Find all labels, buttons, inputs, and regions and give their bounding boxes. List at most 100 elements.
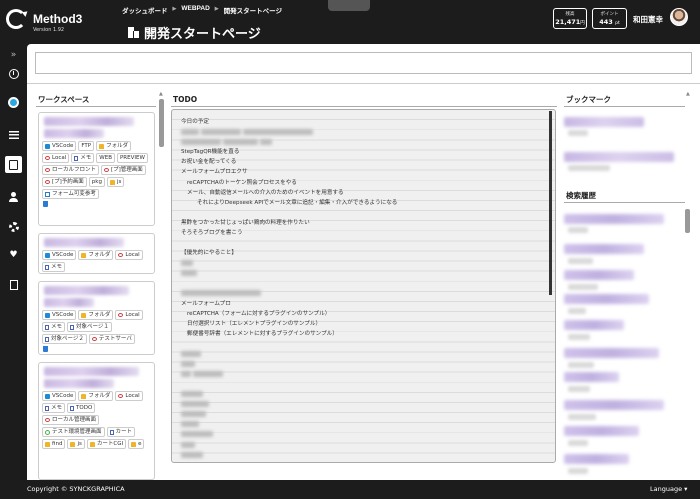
todo-scrollbar[interactable]	[549, 111, 552, 295]
folder-chip[interactable]: フォルダ	[78, 250, 114, 260]
memo-icon	[45, 405, 49, 411]
test-admin-chip[interactable]: テスト環境管理画面	[42, 427, 105, 437]
vscode-chip[interactable]: VSCode	[42, 391, 77, 401]
todo-line: お祝い金を配ってくる	[181, 159, 237, 166]
sidebar-item-dashboard[interactable]	[5, 94, 22, 111]
todo-chip[interactable]: TODO	[67, 403, 96, 413]
breadcrumb-dashboard[interactable]: ダッシュボード	[122, 5, 168, 15]
vscode-chip[interactable]: VSCode	[42, 141, 77, 151]
preview-chip[interactable]: PREVIEW	[116, 153, 148, 163]
scroll-up-icon[interactable]: ▲	[159, 91, 163, 97]
form-ref-chip[interactable]: フォーム可変参考	[42, 189, 99, 199]
page-title-wrap: 開発スタートページ	[128, 23, 261, 42]
sidebar-item-webpad[interactable]	[5, 156, 22, 173]
history-item[interactable]	[564, 454, 629, 464]
local-front-chip[interactable]: ローカルフロント	[42, 165, 100, 175]
points-label: ポイント	[600, 12, 619, 17]
todo-line	[181, 238, 397, 248]
find-chip[interactable]: find	[42, 439, 66, 449]
cart-chip[interactable]: カート	[106, 427, 136, 437]
workspace-scrollbar[interactable]	[159, 99, 164, 147]
admin-page-chip[interactable]: [プ]管理画面	[101, 165, 146, 175]
todo-line: メールフォームプロエクサ	[181, 169, 248, 176]
vscode-chip[interactable]: VSCode	[42, 250, 77, 260]
todo-line: 郵便番号辞書（エレメントに対するプラグインのサンプル）	[187, 330, 338, 337]
pkg-chip[interactable]: pkg	[88, 177, 105, 187]
folder-chip[interactable]: フォルダ	[96, 141, 132, 151]
sidebar-item-settings[interactable]	[5, 218, 22, 235]
local-admin-chip[interactable]: ローカル管理画面	[42, 415, 100, 425]
bookmark-heading: ブックマーク	[564, 94, 685, 107]
workspace-card[interactable]: VSCode FTP フォルダ Local メモ WEB PREVIEW ローカ…	[38, 112, 155, 226]
user-icon	[9, 191, 18, 202]
app-logo-icon[interactable]	[6, 9, 26, 29]
building-icon	[128, 27, 139, 38]
test-server-chip[interactable]: テストサーバ	[88, 334, 135, 344]
target-page-1-chip[interactable]: 対象ページ１	[67, 322, 112, 332]
cart-cgi-chip[interactable]: カートCGI	[86, 439, 127, 449]
history-item[interactable]	[564, 320, 624, 330]
balance-box[interactable]: 残高 21,471円	[553, 8, 587, 29]
scroll-up-icon[interactable]: ▲	[686, 91, 690, 97]
js-chip[interactable]: js	[106, 177, 125, 187]
e-chip[interactable]: e	[128, 439, 145, 449]
folder-icon	[131, 441, 137, 447]
memo-icon	[70, 405, 75, 411]
chevron-right-icon: ▶	[214, 6, 219, 12]
target-page-2-chip[interactable]: 対象ページ２	[42, 334, 87, 344]
history-item[interactable]	[564, 426, 639, 436]
local-chip[interactable]: Local	[42, 153, 70, 163]
bookmark-item[interactable]	[564, 152, 674, 162]
user-name[interactable]: 和田憲幸	[633, 14, 663, 25]
memo-icon	[109, 429, 114, 435]
history-item[interactable]	[564, 400, 664, 410]
history-item[interactable]	[564, 348, 659, 358]
sidebar-item-user[interactable]	[5, 188, 22, 205]
history-item[interactable]	[564, 294, 649, 304]
trash-icon[interactable]	[43, 201, 48, 207]
vscode-chip[interactable]: VSCode	[42, 310, 77, 320]
workspace-card[interactable]: VSCode フォルダ Local メモ	[38, 233, 155, 274]
local-chip[interactable]: Local	[115, 310, 143, 320]
avatar[interactable]	[670, 8, 688, 26]
todo-line: 黒酢をつかった甘じょっぱい鶏肉の料理を作りたい	[181, 219, 310, 226]
trash-icon[interactable]	[43, 346, 48, 352]
js-chip[interactable]: js	[67, 439, 85, 449]
collapse-button[interactable]: »	[5, 46, 22, 63]
web-chip[interactable]: WEB	[96, 153, 115, 163]
history-item[interactable]	[564, 244, 644, 254]
folder-chip[interactable]: フォルダ	[78, 310, 114, 320]
memo-icon	[45, 264, 49, 270]
points-box[interactable]: ポイント 443 pt	[592, 8, 627, 29]
todo-textarea[interactable]: 今日の予定 StepTagQR機能を直る お祝い金を配ってくる メールフォームプ…	[171, 109, 556, 463]
bookmark-item[interactable]	[564, 117, 644, 127]
right-scrollbar[interactable]	[685, 209, 690, 233]
memo-chip[interactable]: メモ	[71, 153, 95, 163]
sidebar-item-favorite[interactable]: ♥	[5, 246, 22, 263]
balance-label: 残高	[565, 12, 575, 17]
search-input[interactable]	[35, 52, 692, 74]
memo-chip[interactable]: メモ	[42, 262, 66, 272]
memo-icon	[70, 324, 75, 330]
sidebar-item-list[interactable]	[5, 126, 22, 143]
history-item[interactable]	[564, 214, 664, 224]
top-pull-tab[interactable]	[328, 0, 370, 11]
history-item[interactable]	[564, 372, 619, 382]
breadcrumb-webpad[interactable]: WEBPAD	[181, 5, 209, 15]
history-item-sub	[568, 386, 590, 392]
sidebar-item-manual[interactable]	[5, 276, 22, 293]
language-select[interactable]: Language ▾	[650, 485, 687, 493]
ftp-chip[interactable]: FTP	[78, 141, 95, 151]
memo-chip[interactable]: メモ	[42, 322, 66, 332]
reserve-page-chip[interactable]: [プ]予約画面	[42, 177, 87, 187]
history-item[interactable]	[564, 270, 634, 280]
local-chip[interactable]: Local	[115, 250, 143, 260]
local-chip[interactable]: Local	[115, 391, 143, 401]
todo-line-redacted	[181, 400, 397, 410]
sidebar-item-history[interactable]	[5, 65, 22, 82]
memo-chip[interactable]: メモ	[42, 403, 66, 413]
folder-chip[interactable]: フォルダ	[78, 391, 114, 401]
workspace-card[interactable]: VSCode フォルダ Local メモ TODO ローカル管理画面 テスト環境…	[38, 362, 155, 480]
workspace-card[interactable]: VSCode フォルダ Local メモ 対象ページ１ 対象ページ２ テストサー…	[38, 281, 155, 355]
folder-icon	[70, 441, 76, 447]
